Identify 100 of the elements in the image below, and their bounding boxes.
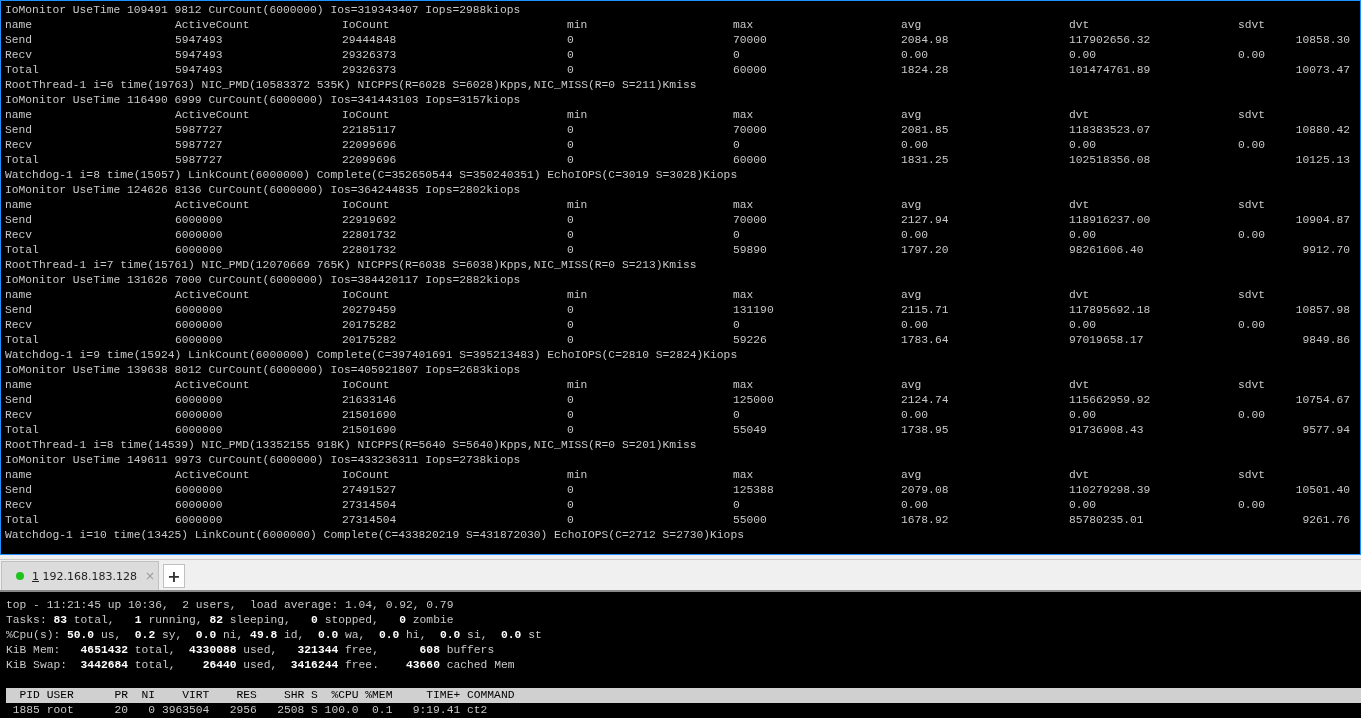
- table-cell: 0.00: [901, 48, 929, 63]
- new-tab-button[interactable]: +: [163, 564, 185, 588]
- table-cell: 1831.25: [901, 153, 949, 168]
- table-cell: 0.00: [1238, 498, 1266, 513]
- table-cell: 5947493: [175, 63, 223, 78]
- table-cell: 59890: [733, 243, 767, 258]
- table-cell: 0: [567, 513, 574, 528]
- table-cell: 60000: [733, 153, 767, 168]
- column-header: IoCount: [342, 468, 390, 483]
- table-cell: 91736908.43: [1069, 423, 1144, 438]
- table-cell: 55049: [733, 423, 767, 438]
- table-cell: 0.00: [1069, 498, 1097, 513]
- table-cell: 0.00: [1238, 48, 1266, 63]
- log-line: top - 11:21:45 up 10:36, 2 users, load average: 1.04, 0.92, 0.79: [6, 598, 455, 613]
- table-cell: 6000000: [175, 303, 223, 318]
- table-cell: Recv: [5, 498, 33, 513]
- log-line: IoMonitor UseTime 124626 8136 CurCount(6000000) Ios=364244835 Iops=2802kiops: [5, 183, 522, 198]
- table-cell: 0: [733, 498, 740, 513]
- column-header: sdvt: [1238, 468, 1266, 483]
- column-header: avg: [901, 468, 922, 483]
- column-header: ActiveCount: [175, 288, 250, 303]
- table-cell: 9261.76: [1302, 513, 1350, 528]
- session-tab[interactable]: 1 192.168.183.128 ×: [1, 561, 159, 590]
- log-line: KiB Swap: 3442684 total, 26440 used, 3416244 free. 43660 cached Mem: [6, 658, 516, 673]
- table-cell: 10880.42: [1295, 123, 1350, 138]
- log-line: Tasks: 83 total, 1 running, 82 sleeping, 0 stopped, 0 zombie: [6, 613, 455, 628]
- table-cell: 22099696: [342, 153, 397, 168]
- table-cell: 0: [567, 123, 574, 138]
- table-cell: 5987727: [175, 153, 223, 168]
- table-cell: Total: [5, 63, 39, 78]
- column-header: name: [5, 18, 33, 33]
- column-header: sdvt: [1238, 378, 1266, 393]
- table-cell: 101474761.89: [1069, 63, 1151, 78]
- log-line: IoMonitor UseTime 149611 9973 CurCount(6000000) Ios=433236311 Iops=2738kiops: [5, 453, 522, 468]
- column-header: sdvt: [1238, 288, 1266, 303]
- table-cell: 0: [567, 213, 574, 228]
- column-header: IoCount: [342, 18, 390, 33]
- table-cell: 0.00: [1069, 318, 1097, 333]
- process-header: PID USER PR NI VIRT RES SHR S %CPU %MEM TIME+ COMMAND: [6, 688, 1361, 703]
- table-cell: 22099696: [342, 138, 397, 153]
- table-cell: 125388: [733, 483, 774, 498]
- table-cell: 117902656.32: [1069, 33, 1151, 48]
- table-cell: 10904.87: [1295, 213, 1350, 228]
- table-cell: 9577.94: [1302, 423, 1350, 438]
- table-cell: 6000000: [175, 408, 223, 423]
- log-line: IoMonitor UseTime 131626 7000 CurCount(6000000) Ios=384420117 Iops=2882kiops: [5, 273, 522, 288]
- table-cell: Send: [5, 33, 33, 48]
- table-cell: Send: [5, 213, 33, 228]
- column-header: name: [5, 198, 33, 213]
- column-header: sdvt: [1238, 198, 1266, 213]
- table-cell: 6000000: [175, 423, 223, 438]
- table-cell: 0: [567, 318, 574, 333]
- table-cell: 131190: [733, 303, 774, 318]
- table-cell: 85780235.01: [1069, 513, 1144, 528]
- table-cell: Send: [5, 303, 33, 318]
- table-cell: Recv: [5, 228, 33, 243]
- table-cell: 0.00: [1069, 228, 1097, 243]
- table-cell: 22801732: [342, 228, 397, 243]
- table-cell: 0.00: [1069, 48, 1097, 63]
- column-header: dvt: [1069, 198, 1090, 213]
- table-cell: 97019658.17: [1069, 333, 1144, 348]
- table-cell: 98261606.40: [1069, 243, 1144, 258]
- column-header: IoCount: [342, 288, 390, 303]
- table-cell: 6000000: [175, 243, 223, 258]
- column-header: ActiveCount: [175, 468, 250, 483]
- table-cell: Total: [5, 423, 39, 438]
- table-cell: 0: [733, 228, 740, 243]
- log-line: KiB Mem: 4651432 total, 4330088 used, 321344 free, 608 buffers: [6, 643, 496, 658]
- table-cell: 1824.28: [901, 63, 949, 78]
- table-cell: 5947493: [175, 48, 223, 63]
- table-cell: 10754.67: [1295, 393, 1350, 408]
- table-cell: 0.00: [901, 408, 929, 423]
- log-line: %Cpu(s): 50.0 us, 0.2 sy, 0.0 ni, 49.8 id, 0.0 wa, 0.0 hi, 0.0 si, 0.0 st: [6, 628, 543, 643]
- table-cell: Total: [5, 153, 39, 168]
- table-cell: 0: [567, 243, 574, 258]
- table-cell: 2081.85: [901, 123, 949, 138]
- table-cell: 0.00: [901, 318, 929, 333]
- column-header: max: [733, 198, 754, 213]
- column-header: min: [567, 378, 588, 393]
- log-line: RootThread-1 i=8 time(14539) NIC_PMD(13352155 918K) NICPPS(R=5640 S=5640)Kpps,NIC_MISS(R=0 S=201)Kmiss: [5, 438, 698, 453]
- table-cell: 2084.98: [901, 33, 949, 48]
- table-cell: 0: [567, 393, 574, 408]
- table-cell: 1783.64: [901, 333, 949, 348]
- table-cell: 0.00: [1069, 408, 1097, 423]
- table-cell: 29326373: [342, 48, 397, 63]
- table-cell: 102518356.08: [1069, 153, 1151, 168]
- table-cell: 0: [567, 33, 574, 48]
- table-cell: 2079.08: [901, 483, 949, 498]
- table-cell: 0: [567, 153, 574, 168]
- column-header: avg: [901, 288, 922, 303]
- table-cell: 6000000: [175, 333, 223, 348]
- table-cell: 70000: [733, 213, 767, 228]
- column-header: name: [5, 468, 33, 483]
- log-line: RootThread-1 i=7 time(15761) NIC_PMD(12070669 765K) NICPPS(R=6038 S=6038)Kpps,NIC_MISS(R=0 S=213)Kmiss: [5, 258, 698, 273]
- table-cell: 9912.70: [1302, 243, 1350, 258]
- table-cell: 0: [567, 498, 574, 513]
- column-header: dvt: [1069, 378, 1090, 393]
- table-cell: 0.00: [901, 138, 929, 153]
- table-cell: 0: [733, 318, 740, 333]
- table-cell: 1797.20: [901, 243, 949, 258]
